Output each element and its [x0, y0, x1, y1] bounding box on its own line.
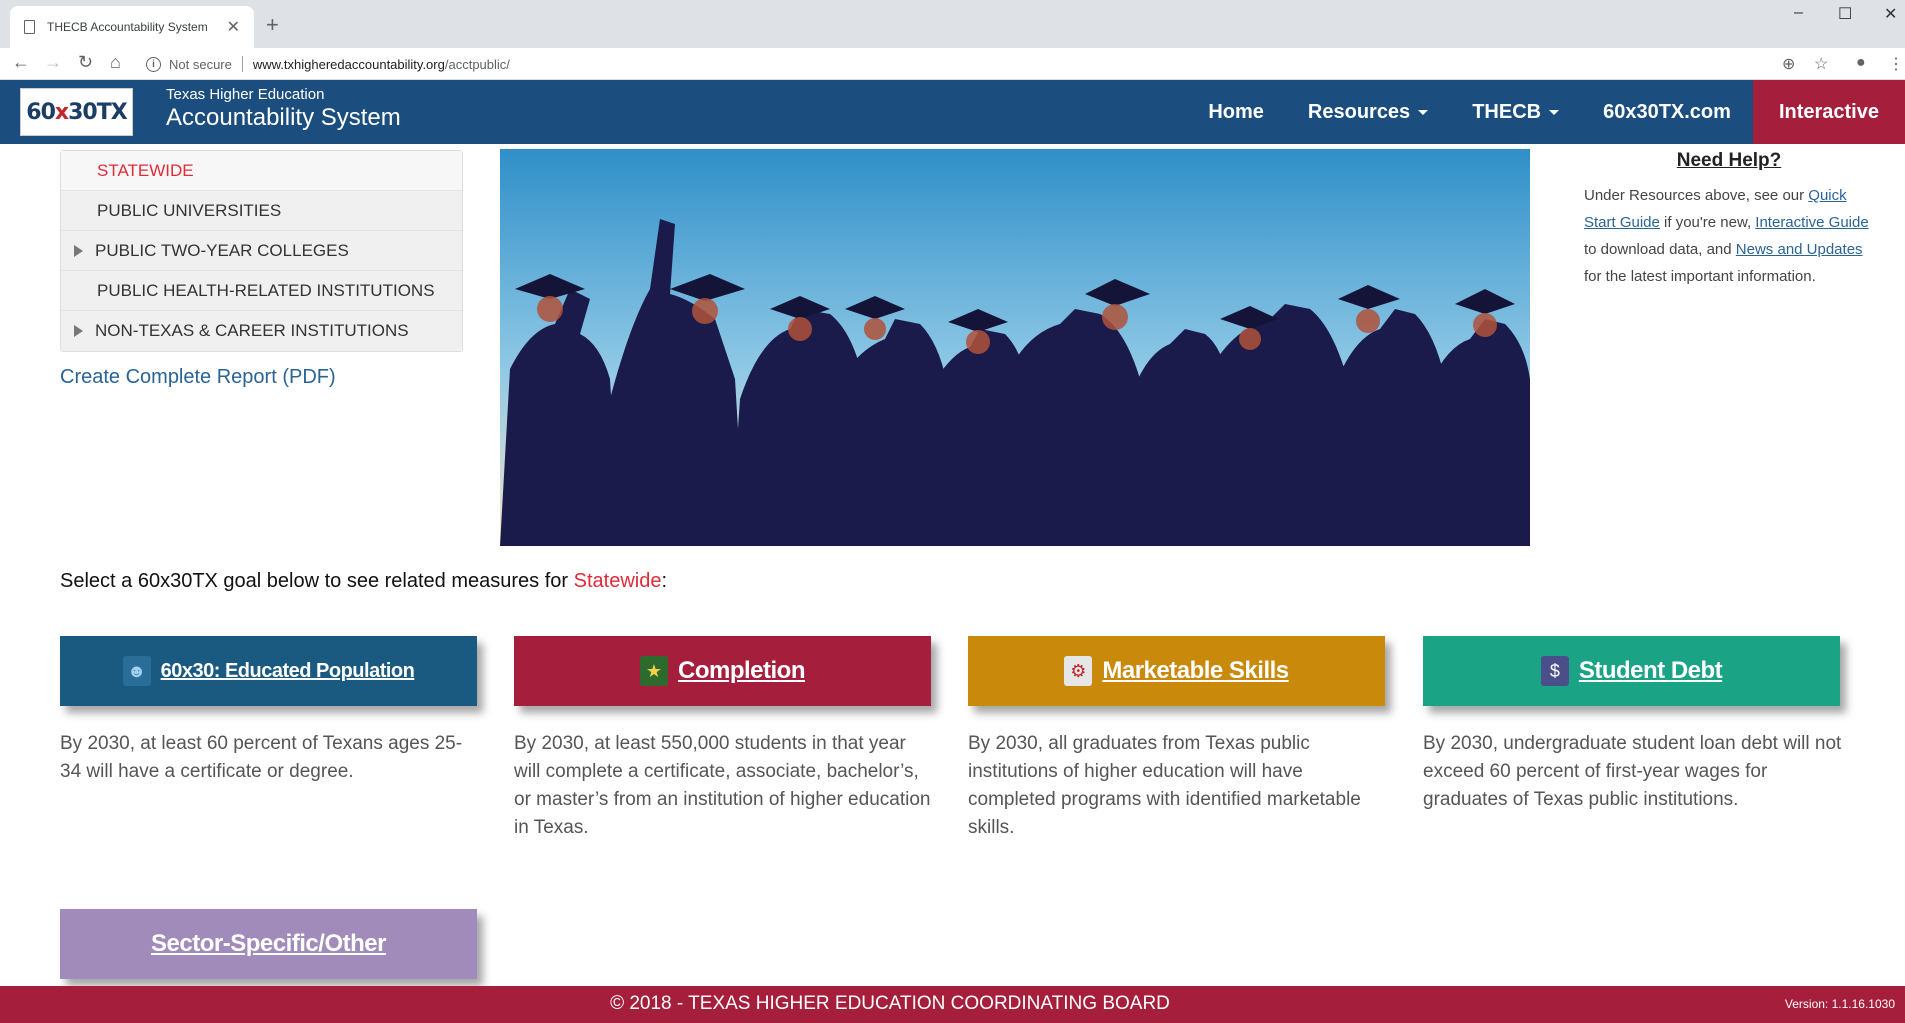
help-title: Need Help? [1676, 150, 1782, 171]
nav-thecb-label: THECB [1472, 100, 1542, 123]
dollar-icon: $ [1540, 656, 1569, 686]
forward-icon[interactable]: → [44, 52, 62, 73]
browser-tab[interactable]: THECB Accountability System ✕ [10, 6, 254, 48]
caret-down-icon [1549, 109, 1560, 115]
goal-prompt-colon: : [661, 570, 668, 592]
tab-title: THECB Accountability System [47, 20, 208, 34]
educated-population-button[interactable]: ☻ 60x30: Educated Population [60, 636, 477, 706]
close-window-icon[interactable]: ✕ [1884, 4, 1897, 24]
gear-head-icon: ⚙ [1064, 656, 1093, 686]
sidebar-item-statewide[interactable]: STATEWIDE [61, 151, 462, 191]
educated-population-label: 60x30: Educated Population [160, 659, 415, 682]
profile-icon[interactable]: ● [1856, 54, 1866, 72]
sidebar-item-label: STATEWIDE [97, 160, 194, 180]
marketable-skills-label: Marketable Skills [1102, 657, 1289, 684]
sidebar-item-label: PUBLIC TWO-YEAR COLLEGES [95, 240, 349, 260]
nav-resources-label: Resources [1307, 100, 1411, 123]
sector-specific-button[interactable]: Sector-Specific/Other [60, 909, 477, 979]
sidebar-item-label: NON-TEXAS & CAREER INSTITUTIONS [95, 321, 409, 340]
url-field[interactable]: i Not secure www.txhigheredaccountabilit… [146, 50, 1786, 78]
interactive-guide-link[interactable]: Interactive Guide [1755, 214, 1868, 231]
nav-60x30tx-label: 60x30TX.com [1603, 100, 1731, 123]
sidebar-item-two-year-colleges[interactable]: PUBLIC TWO-YEAR COLLEGES [61, 231, 462, 271]
student-debt-description: By 2030, undergraduate student loan debt… [1423, 733, 1842, 810]
brand-subtitle: Texas Higher Education [166, 86, 325, 103]
help-text-1: Under Resources above, see our [1584, 187, 1809, 204]
site-footer: © 2018 - TEXAS HIGHER EDUCATION COORDINA… [0, 986, 1905, 1023]
expand-triangle-icon[interactable] [74, 245, 83, 257]
caret-down-icon [1418, 109, 1429, 115]
nav-home-label: Home [1208, 100, 1264, 123]
educated-population-description: By 2030, at least 60 percent of Texans a… [60, 733, 463, 782]
selected-sector: Statewide [573, 570, 662, 592]
completion-description: By 2030, at least 550,000 students in th… [514, 733, 931, 838]
nav-60x30tx[interactable]: 60x30TX.com [1581, 80, 1753, 144]
browser-tab-strip: THECB Accountability System ✕ + – ☐ ✕ [0, 0, 1905, 48]
help-text-3: to download data, and [1584, 241, 1736, 258]
page-icon [24, 20, 35, 34]
student-debt-button[interactable]: $ Student Debt [1423, 636, 1840, 706]
version-text: Version: 1.1.16.1030 [1784, 997, 1895, 1011]
reload-icon[interactable]: ↻ [78, 52, 93, 73]
sidebar-item-label: PUBLIC HEALTH-RELATED INSTITUTIONS [97, 280, 435, 300]
sector-specific-label: Sector-Specific/Other [151, 930, 386, 957]
url-path: /acctpublic/ [444, 56, 510, 72]
create-report-pdf-link[interactable]: Create Complete Report (PDF) [60, 366, 336, 389]
site-header: 60 x 30TX Texas Higher Education Accountab… [0, 80, 1905, 144]
brand-title[interactable]: Accountability System [166, 104, 401, 132]
nav-home[interactable]: Home [1186, 80, 1286, 144]
sidebar-item-non-texas-career[interactable]: NON-TEXAS & CAREER INSTITUTIONS [61, 311, 462, 351]
help-text: Under Resources above, see our Quick Sta… [1584, 182, 1874, 290]
new-tab-button[interactable]: + [266, 12, 279, 38]
nav-thecb[interactable]: THECB [1450, 80, 1581, 144]
minimize-icon[interactable]: – [1794, 4, 1803, 22]
url-host: www.txhigheredaccountability.org [252, 56, 445, 72]
help-text-4: for the latest important information. [1584, 268, 1816, 285]
help-text-2: if you're new, [1659, 214, 1756, 231]
help-panel: Need Help? Under Resources above, see ou… [1584, 150, 1874, 290]
marketable-skills-button[interactable]: ⚙ Marketable Skills [968, 636, 1385, 706]
back-icon[interactable]: ← [12, 52, 30, 73]
copyright-text: © 2018 - TEXAS HIGHER EDUCATION COORDINA… [610, 993, 1170, 1014]
goal-prompt-text: Select a 60x30TX goal below to see relat… [60, 570, 574, 592]
nav-interactive[interactable]: Interactive [1752, 80, 1905, 144]
security-label: Not secure [169, 56, 232, 72]
completion-button[interactable]: ★ Completion [514, 636, 931, 706]
nav-resources[interactable]: Resources [1286, 80, 1450, 144]
graduates-hero-image [500, 149, 1530, 546]
sector-menu: STATEWIDE PUBLIC UNIVERSITIES PUBLIC TWO… [60, 150, 463, 352]
main-nav: Home Resources THECB 60x30TX.com Interac… [1186, 80, 1905, 144]
people-icon: ☻ [122, 656, 151, 686]
marketable-skills-description: By 2030, all graduates from Texas public… [968, 733, 1361, 838]
nav-interactive-label: Interactive [1778, 100, 1879, 123]
logo-text-x: x [54, 99, 69, 125]
news-updates-link[interactable]: News and Updates [1736, 241, 1863, 258]
zoom-icon[interactable]: ⊕ [1782, 54, 1795, 74]
goal-prompt: Select a 60x30TX goal below to see relat… [60, 570, 667, 593]
expand-triangle-icon[interactable] [74, 325, 83, 337]
address-bar: ← → ↻ ⌂ i Not secure www.txhigheredaccou… [0, 48, 1905, 80]
hero-illustration [500, 149, 1530, 546]
student-debt-label: Student Debt [1578, 657, 1723, 684]
sidebar-item-health-related[interactable]: PUBLIC HEALTH-RELATED INSTITUTIONS [61, 271, 462, 311]
sidebar-item-label: PUBLIC UNIVERSITIES [97, 200, 282, 220]
maximize-icon[interactable]: ☐ [1838, 4, 1852, 24]
bookmark-star-icon[interactable]: ☆ [1814, 54, 1828, 74]
close-tab-icon[interactable]: ✕ [227, 17, 240, 37]
site-logo[interactable]: 60 x 30TX [20, 88, 133, 136]
home-icon[interactable]: ⌂ [110, 52, 121, 73]
logo-text-tx: 30TX [68, 99, 128, 125]
url-separator [241, 56, 243, 72]
logo-text: 60 [26, 99, 56, 125]
info-icon[interactable]: i [146, 56, 161, 72]
completion-label: Completion [678, 657, 806, 684]
runner-icon: ★ [640, 656, 668, 686]
sidebar-item-public-universities[interactable]: PUBLIC UNIVERSITIES [61, 191, 462, 231]
menu-kebab-icon[interactable]: ⋮ [1888, 54, 1904, 74]
